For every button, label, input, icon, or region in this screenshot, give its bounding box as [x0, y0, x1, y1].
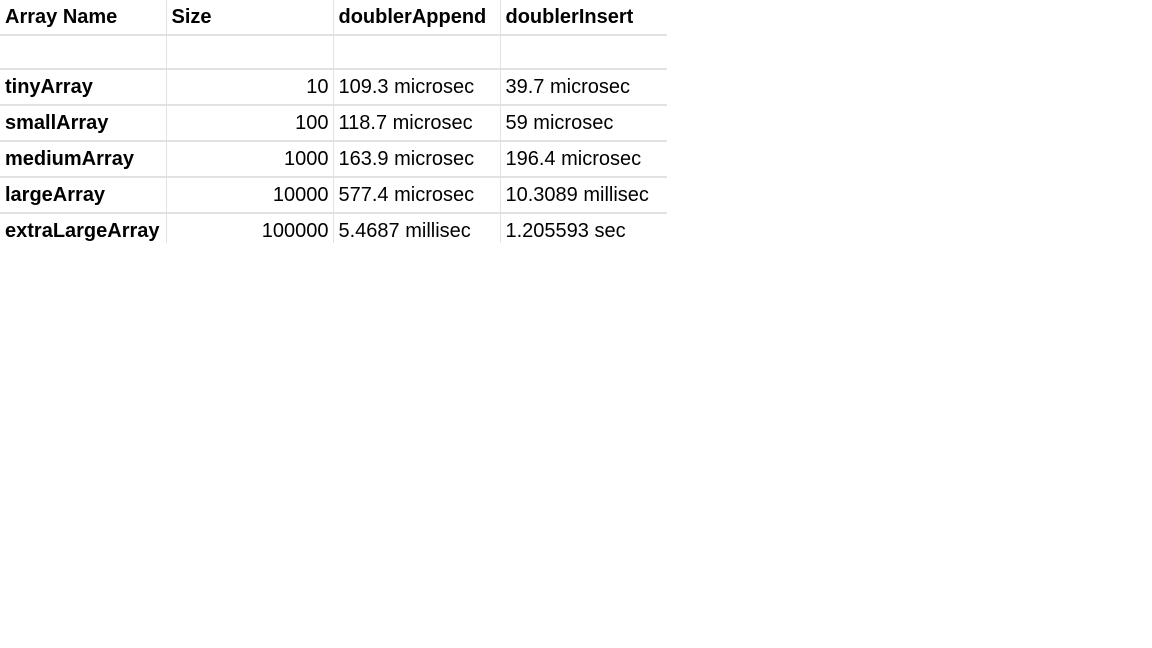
append-time-cell[interactable]: 163.9 microsec	[333, 141, 501, 178]
insert-time-cell[interactable]: 39.7 microsec	[500, 69, 667, 106]
header-cell-size[interactable]: Size	[166, 0, 334, 36]
insert-time-cell[interactable]: 10.3089 millisec	[500, 177, 667, 214]
size-cell[interactable]: 10	[166, 69, 334, 106]
header-cell-doubler-append[interactable]: doublerAppend	[333, 0, 501, 36]
table-row: smallArray 100 118.7 microsec 59 microse…	[0, 105, 667, 142]
header-cell-array-name[interactable]: Array Name	[0, 0, 167, 36]
array-name-cell[interactable]: smallArray	[0, 105, 167, 142]
empty-row	[0, 35, 667, 70]
array-name-cell[interactable]: largeArray	[0, 177, 167, 214]
results-table: Array Name Size doublerAppend doublerIns…	[0, 0, 667, 243]
size-cell[interactable]: 100	[166, 105, 334, 142]
table-row: extraLargeArray 100000 5.4687 millisec 1…	[0, 213, 667, 243]
table-row: tinyArray 10 109.3 microsec 39.7 microse…	[0, 69, 667, 106]
size-cell[interactable]: 1000	[166, 141, 334, 178]
size-cell[interactable]: 10000	[166, 177, 334, 214]
empty-cell[interactable]	[0, 35, 167, 70]
insert-time-cell[interactable]: 1.205593 sec	[500, 213, 667, 243]
empty-cell[interactable]	[333, 35, 501, 70]
array-name-cell[interactable]: extraLargeArray	[0, 213, 167, 243]
array-name-cell[interactable]: mediumArray	[0, 141, 167, 178]
empty-cell[interactable]	[500, 35, 667, 70]
append-time-cell[interactable]: 118.7 microsec	[333, 105, 501, 142]
spreadsheet-grid: Array Name Size doublerAppend doublerIns…	[0, 0, 667, 243]
header-row: Array Name Size doublerAppend doublerIns…	[0, 0, 667, 36]
append-time-cell[interactable]: 577.4 microsec	[333, 177, 501, 214]
insert-time-cell[interactable]: 196.4 microsec	[500, 141, 667, 178]
size-cell[interactable]: 100000	[166, 213, 334, 243]
table-row: mediumArray 1000 163.9 microsec 196.4 mi…	[0, 141, 667, 178]
append-time-cell[interactable]: 5.4687 millisec	[333, 213, 501, 243]
append-time-cell[interactable]: 109.3 microsec	[333, 69, 501, 106]
table-row: largeArray 10000 577.4 microsec 10.3089 …	[0, 177, 667, 214]
array-name-cell[interactable]: tinyArray	[0, 69, 167, 106]
empty-cell[interactable]	[166, 35, 334, 70]
insert-time-cell[interactable]: 59 microsec	[500, 105, 667, 142]
header-cell-doubler-insert[interactable]: doublerInsert	[500, 0, 667, 36]
